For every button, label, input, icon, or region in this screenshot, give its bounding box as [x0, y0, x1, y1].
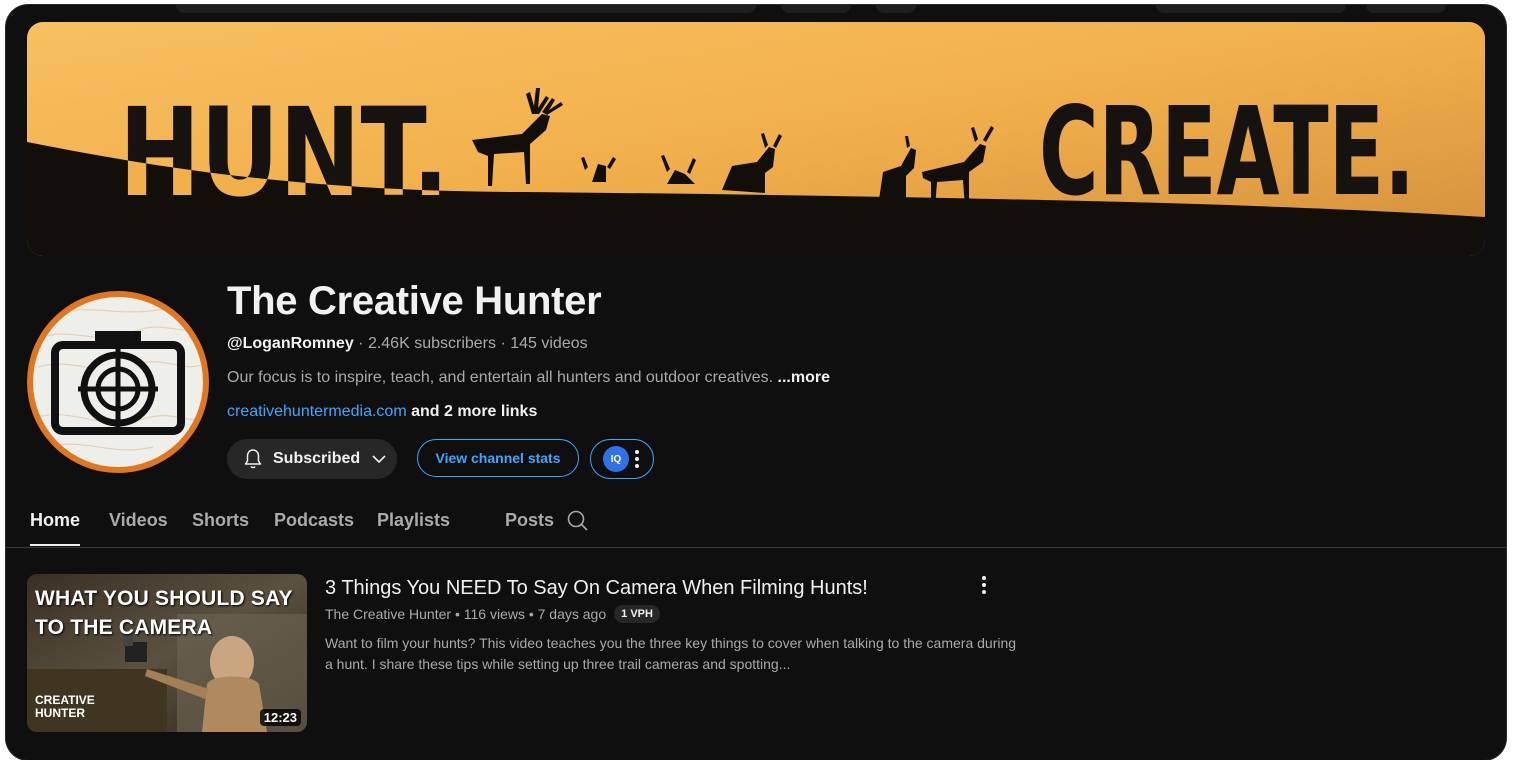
browser-top-edge: [6, 5, 1506, 17]
channel-handle: @LoganRomney: [227, 335, 354, 352]
tab-home[interactable]: Home: [30, 502, 81, 546]
youtube-channel-page: HUNT. HUNT. CREATE.: [6, 5, 1506, 760]
chevron-down-icon: [372, 455, 386, 464]
channel-banner: HUNT. HUNT. CREATE.: [27, 22, 1485, 256]
vph-badge: 1 VPH: [614, 605, 660, 623]
subscribed-button[interactable]: Subscribed: [227, 439, 397, 479]
view-channel-stats-button[interactable]: View channel stats: [417, 439, 579, 477]
tab-videos[interactable]: Videos: [109, 502, 168, 546]
more-link[interactable]: ...more: [778, 369, 830, 386]
channel-links[interactable]: creativehuntermedia.com and 2 more links: [227, 403, 537, 421]
tab-shorts[interactable]: Shorts: [192, 502, 249, 546]
channel-meta: @LoganRomney · 2.46K subscribers · 145 v…: [227, 335, 588, 353]
video-meta-text: The Creative Hunter • 116 views • 7 days…: [325, 606, 607, 622]
channel-title: The Creative Hunter: [227, 279, 602, 323]
channel-avatar[interactable]: [27, 291, 209, 473]
search-icon[interactable]: [566, 509, 590, 533]
video-description: Want to film your hunts? This video teac…: [325, 635, 1017, 672]
camera-crosshair-logo-icon: [37, 308, 202, 451]
video-duration: 12:23: [259, 709, 301, 726]
more-links[interactable]: and 2 more links: [407, 403, 537, 420]
bell-icon: [244, 449, 262, 469]
video-thumbnail[interactable]: WHAT YOU SHOULD SAY TO THE CAMERA CREATI…: [27, 574, 307, 732]
thumbnail-logo: CREATIVE HUNTER: [35, 693, 95, 720]
tab-posts[interactable]: Posts: [505, 502, 554, 546]
more-vert-icon: [635, 450, 639, 468]
tabs-divider: [6, 547, 1506, 548]
tab-playlists[interactable]: Playlists: [377, 502, 450, 546]
video-title[interactable]: 3 Things You NEED To Say On Camera When …: [325, 577, 868, 600]
video-meta: The Creative Hunter • 116 views • 7 days…: [325, 605, 660, 623]
vidiq-logo-icon: IQ: [603, 446, 629, 472]
channel-stats: · 2.46K subscribers · 145 videos: [353, 335, 588, 352]
tab-podcasts[interactable]: Podcasts: [274, 502, 354, 546]
channel-description[interactable]: Our focus is to inspire, teach, and ente…: [227, 369, 830, 387]
website-link[interactable]: creativehuntermedia.com: [227, 403, 407, 420]
description-text: Our focus is to inspire, teach, and ente…: [227, 369, 778, 386]
thumbnail-title: WHAT YOU SHOULD SAY TO THE CAMERA: [35, 587, 293, 639]
vidiq-button[interactable]: IQ: [590, 439, 654, 479]
subscribed-label: Subscribed: [273, 450, 361, 467]
banner-create-text: CREATE.: [1039, 81, 1415, 223]
video-more-icon[interactable]: [979, 573, 989, 597]
